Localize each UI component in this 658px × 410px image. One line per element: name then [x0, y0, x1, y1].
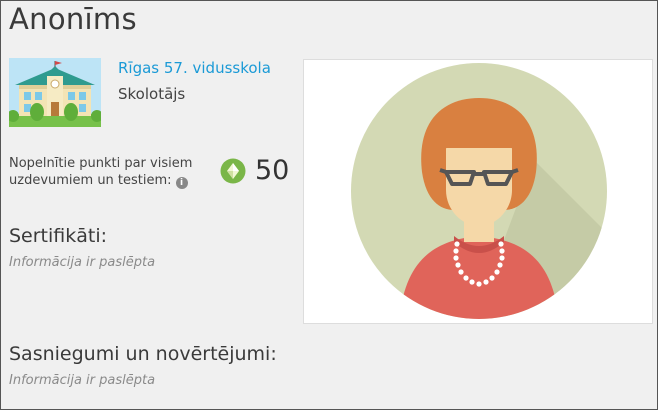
- points-label: Nopelnītie punkti par visiem uzdevumiem …: [9, 155, 209, 189]
- school-link[interactable]: Rīgas 57. vidusskola: [118, 59, 271, 77]
- info-icon[interactable]: i: [175, 177, 188, 189]
- gem-icon: [220, 158, 246, 184]
- points-label-text: Nopelnītie punkti par visiem uzdevumiem …: [9, 156, 193, 188]
- teacher-avatar-illustration: [351, 63, 607, 319]
- school-role: Skolotājs: [118, 85, 186, 103]
- achievements-heading: Sasniegumi un novērtējumi:: [9, 343, 277, 365]
- school-image[interactable]: [9, 58, 101, 127]
- certificates-heading: Sertifikāti:: [9, 225, 108, 247]
- points-value: 50: [255, 155, 290, 186]
- certificates-hidden-note: Informācija ir paslēpta: [9, 255, 156, 270]
- page-title: Anonīms: [9, 2, 137, 36]
- school-building-icon: [9, 58, 101, 127]
- avatar: [303, 59, 653, 324]
- achievements-hidden-note: Informācija ir paslēpta: [9, 373, 156, 388]
- profile-panel: Anonīms Rīgas 57. vidusskola Skolotājs N…: [0, 0, 658, 410]
